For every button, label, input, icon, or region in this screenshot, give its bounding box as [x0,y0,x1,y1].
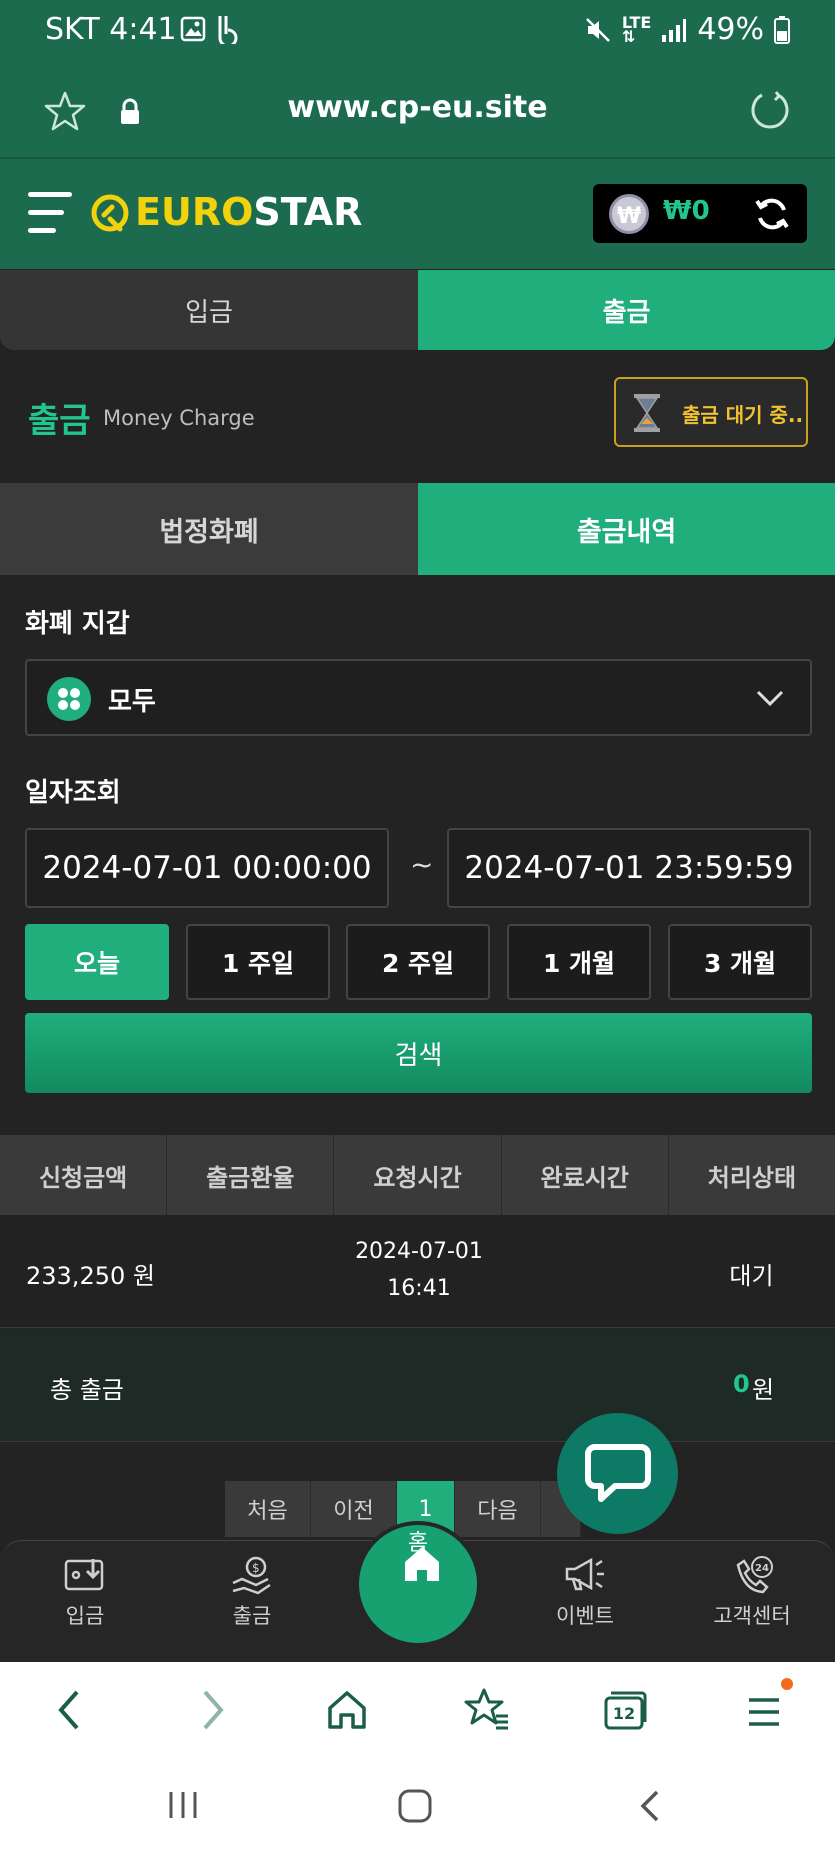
app-notification-icon [215,14,241,48]
url-text[interactable]: www.cp-eu.site [0,90,835,125]
date-separator: ~ [410,848,434,881]
won-coin-icon: ₩ [609,194,649,234]
withdraw-icon: $ [232,1556,271,1595]
nav-event-label: 이벤트 [556,1604,614,1628]
total-value: 0 [733,1370,750,1398]
nav-withdraw-label: 출금 [232,1604,272,1628]
browser-home-icon[interactable] [325,1688,369,1736]
nav-support[interactable]: 24 고객센터 [682,1555,822,1630]
date-label: 일자조회 [25,778,121,808]
tab-fiat[interactable]: 법정화폐 [0,483,418,575]
quick-today-button[interactable]: 오늘 [25,924,169,1000]
logo-star: STAR [253,190,363,234]
tab-withdraw-history[interactable]: 출금내역 [418,483,835,575]
back-icon[interactable] [52,1688,86,1736]
quick-2week-button[interactable]: 2 주일 [346,924,490,1000]
quick-1week-button[interactable]: 1 주일 [186,924,330,1000]
system-home-icon[interactable] [397,1788,433,1828]
chevron-down-icon [755,685,785,715]
gallery-notification-icon [180,16,206,46]
reload-icon[interactable] [748,88,792,136]
row-request-date: 2024-07-01 [355,1239,483,1264]
support-24-icon: 24 [736,1556,773,1594]
svg-text:$: $ [252,1561,260,1575]
mute-icon [586,17,610,42]
recent-apps-icon[interactable] [165,1788,201,1826]
system-back-icon[interactable] [635,1788,665,1828]
total-label: 총 출금 [50,1376,124,1404]
wallet-label: 화폐 지갑 [25,609,130,639]
deposit-icon [64,1559,104,1591]
tab-deposit[interactable]: 입금 [0,270,418,350]
logo-icon [90,193,130,237]
notification-dot [781,1678,793,1690]
nav-deposit-label: 입금 [65,1604,105,1628]
logo-euro: EURO [135,190,254,234]
live-chat-button[interactable] [557,1413,678,1534]
col-status: 처리상태 [707,1163,797,1192]
col-rate: 출금환율 [167,1135,335,1215]
page-subtitle: Money Charge [103,406,255,430]
withdraw-pending-button[interactable]: 출금 대기 중.. [614,377,808,447]
tab-count: 12 [612,1704,636,1723]
nav-deposit[interactable]: 입금 [15,1555,155,1630]
refresh-icon[interactable] [753,195,791,237]
balance-amount: ₩0 [663,196,710,226]
page-first[interactable]: 처음 [225,1481,311,1537]
tab-withdraw[interactable]: 출금 [418,270,835,350]
home-icon [405,1547,439,1581]
hourglass-icon [632,393,662,437]
battery-percent: 49% [697,12,764,47]
wallet-balance[interactable]: ₩ ₩0 [593,184,807,243]
lte-icon: LTE ⇅ [621,12,652,46]
pending-label: 출금 대기 중.. [682,403,804,427]
logo[interactable]: EUROSTAR [135,190,362,234]
signal-icon [662,18,687,42]
quick-1month-button[interactable]: 1 개월 [507,924,651,1000]
page-title: 출금 [28,401,91,441]
megaphone-icon [565,1557,604,1591]
quick-3month-button[interactable]: 3 개월 [668,924,812,1000]
col-amount: 신청금액 [0,1135,168,1215]
row-amount: 233,250 원 [26,1262,155,1290]
row-request-time: 16:41 [387,1276,451,1301]
wallet-select[interactable]: 모두 [25,659,812,736]
total-row: 총 출금 0 원 [0,1329,835,1442]
col-request-time: 요청시간 [334,1135,502,1215]
date-from-input[interactable] [25,828,389,908]
forward-icon[interactable] [196,1688,230,1736]
nav-withdraw[interactable]: $ 출금 [182,1555,322,1630]
total-unit: 원 [752,1376,775,1404]
table-row: 233,250 원 2024-07-01 16:41 대기 [0,1215,835,1328]
svg-text:24: 24 [755,1563,769,1574]
chat-icon [585,1444,651,1502]
menu-icon[interactable] [28,192,74,234]
status-time: SKT 4:41 [45,12,177,47]
date-to-input[interactable] [447,828,811,908]
bookmarks-icon[interactable] [464,1686,510,1736]
battery-icon [774,15,790,44]
tabs-icon[interactable]: 12 [602,1688,648,1736]
wallet-select-value: 모두 [108,687,156,717]
browser-menu-icon[interactable] [745,1678,793,1736]
nav-event[interactable]: 이벤트 [515,1555,655,1630]
col-complete-time: 완료시간 [502,1135,669,1215]
nav-support-label: 고객센터 [713,1604,791,1628]
table-header: 신청금액 출금환율 요청시간 완료시간 처리상태 [0,1135,835,1215]
nav-home[interactable]: 홈 [355,1521,481,1647]
grid-icon [47,677,91,721]
search-button[interactable]: 검색 [25,1013,812,1093]
status-indicators: LTE ⇅ 49% [584,12,790,47]
row-status: 대기 [729,1262,774,1290]
